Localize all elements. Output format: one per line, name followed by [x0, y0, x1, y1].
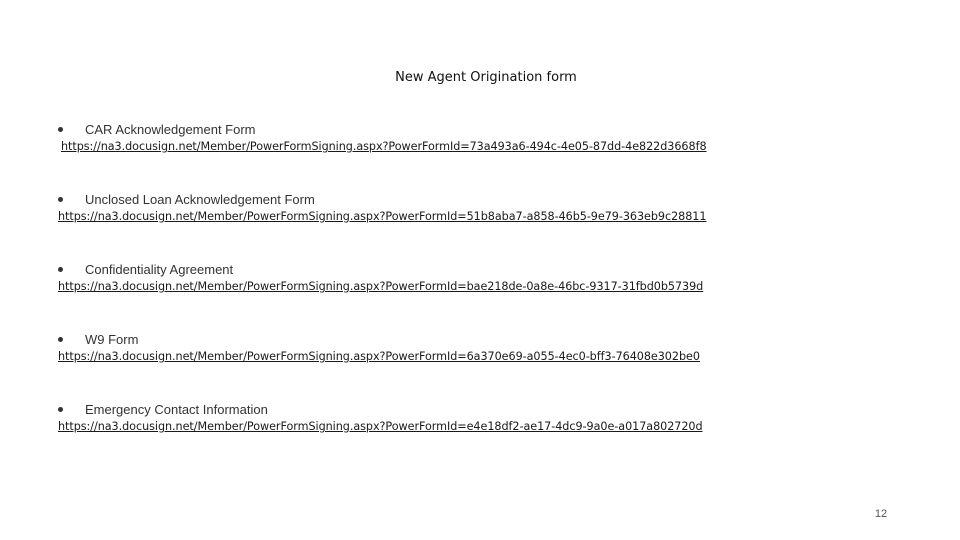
form-name: Unclosed Loan Acknowledgement Form	[85, 191, 315, 207]
form-link[interactable]: https://na3.docusign.net/Member/PowerFor…	[58, 350, 818, 363]
form-name: Confidentiality Agreement	[85, 261, 234, 277]
bullet-icon	[58, 266, 63, 272]
bullet-icon	[58, 336, 63, 342]
form-name: CAR Acknowledgement Form	[85, 121, 256, 137]
list-item-label-row: Unclosed Loan Acknowledgement Form	[58, 191, 818, 207]
form-link[interactable]: https://na3.docusign.net/Member/PowerFor…	[58, 280, 818, 293]
bullet-icon	[58, 406, 63, 412]
bullet-icon	[58, 196, 63, 202]
list-item-label-row: W9 Form	[58, 331, 818, 347]
page-number: 12	[874, 508, 888, 520]
bullet-icon	[58, 126, 63, 132]
list-item: Unclosed Loan Acknowledgement Form https…	[58, 191, 818, 223]
list-item: CAR Acknowledgement Form https://na3.doc…	[58, 121, 818, 153]
list-item: Emergency Contact Information https://na…	[58, 401, 818, 433]
list-item-label-row: CAR Acknowledgement Form	[58, 121, 818, 137]
form-name: W9 Form	[85, 331, 139, 347]
list-item: Confidentiality Agreement https://na3.do…	[58, 261, 818, 293]
form-name: Emergency Contact Information	[85, 401, 268, 417]
list-item: W9 Form https://na3.docusign.net/Member/…	[58, 331, 818, 363]
form-link[interactable]: https://na3.docusign.net/Member/PowerFor…	[58, 210, 818, 223]
page-title: New Agent Origination form	[395, 70, 577, 85]
list-item-label-row: Emergency Contact Information	[58, 401, 818, 417]
list-item-label-row: Confidentiality Agreement	[58, 261, 818, 277]
form-link[interactable]: https://na3.docusign.net/Member/PowerFor…	[58, 140, 818, 153]
form-link[interactable]: https://na3.docusign.net/Member/PowerFor…	[58, 420, 818, 433]
